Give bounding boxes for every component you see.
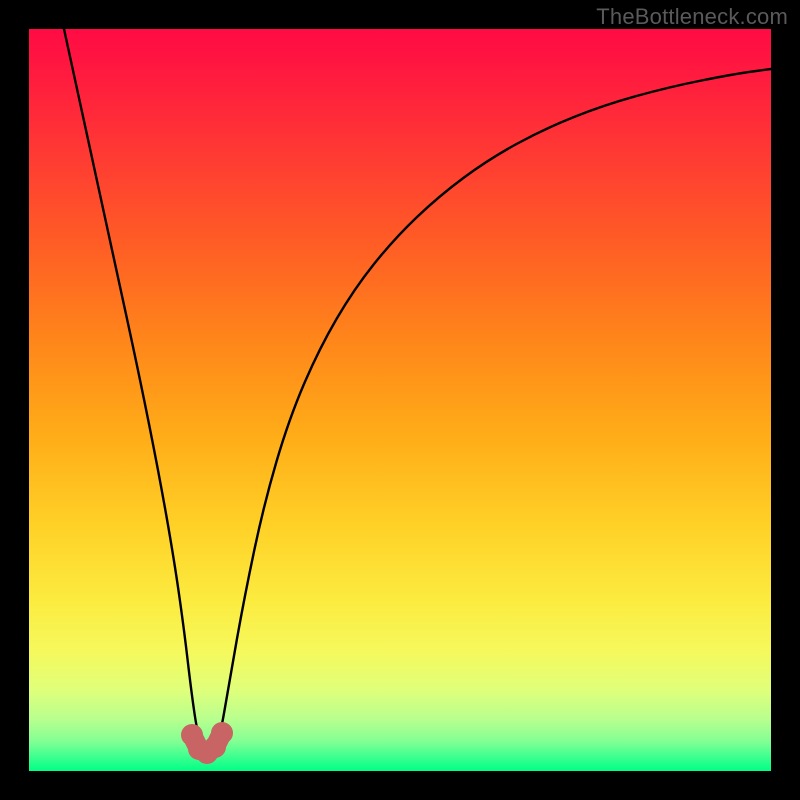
- outer-frame: TheBottleneck.com: [0, 0, 800, 800]
- bottleneck-curve: [64, 29, 771, 756]
- watermark-text: TheBottleneck.com: [596, 4, 788, 30]
- curve-layer: [29, 29, 771, 771]
- plot-area: [29, 29, 771, 771]
- marker-cluster: [181, 722, 233, 764]
- marker-dot: [211, 722, 233, 744]
